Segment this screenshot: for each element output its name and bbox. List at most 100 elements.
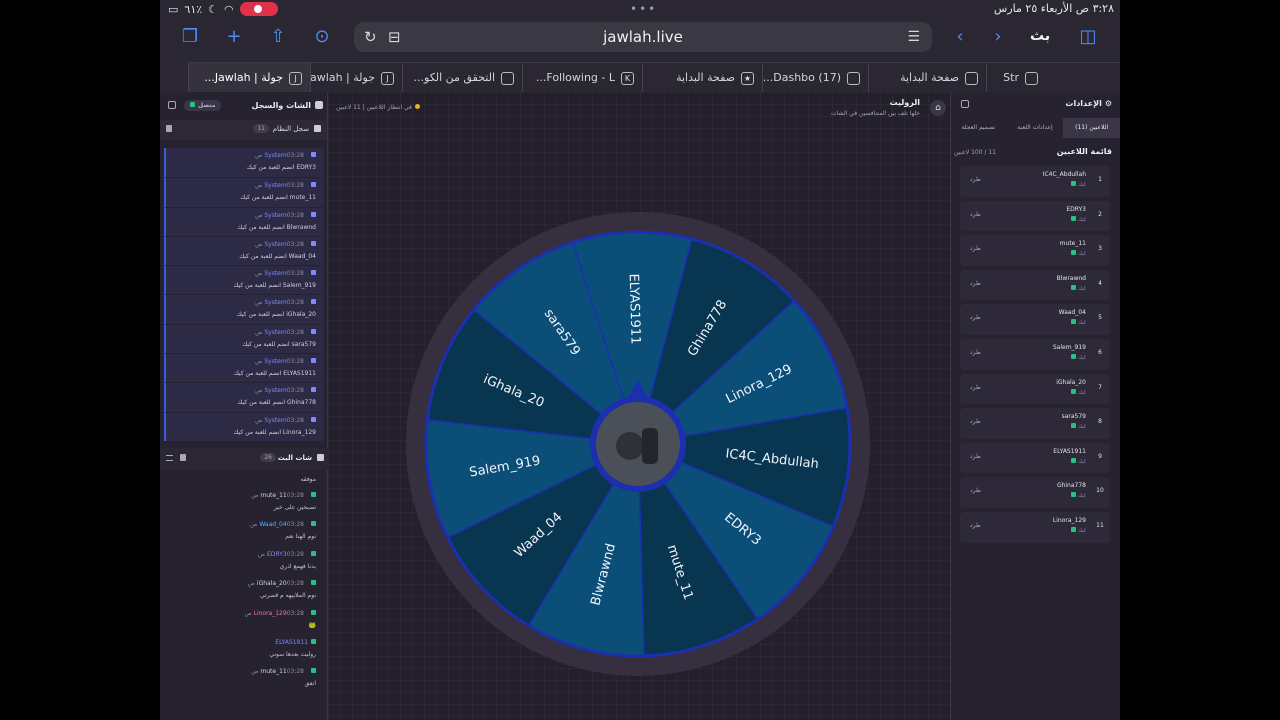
player-platform: كيك [1071,285,1086,292]
chat-message-text: 🐸 [308,621,316,629]
log-author-name: System [264,416,287,424]
browser-toolbar: ❐ + ⇧ ⊙ ↻ ⊟ jawlah.live ☰ ‹ › بث ◫ [160,18,1120,62]
game-status: في انتظار اللاعبين | 11 لاعبين [336,104,420,111]
trash-icon[interactable] [180,454,186,461]
tab-favicon-icon: ★ [741,71,754,85]
kick-button[interactable]: طرد [970,211,981,218]
player-row: 6 Salem_919 كيك طرد [960,338,1110,370]
players-list-title: قائمة اللاعبين [1056,147,1112,156]
chat-user[interactable]: iGhala_2003:28 ص [248,580,316,587]
avatar-figure-icon [642,428,658,464]
browser-tab[interactable]: (17) Dashbo... [762,63,868,93]
status-dot-icon [414,104,420,109]
chat-user[interactable]: ELYAS1911 [271,639,316,646]
game-status-text: في انتظار اللاعبين | 11 لاعبين [336,104,412,111]
players-list: 1 IC4C_Abdullah كيك طرد 2 EDRY3 كيك طرد 3 mute_11… [960,166,1110,547]
filter-icon[interactable] [166,455,173,461]
tab-players[interactable]: اللاعبين (11) [1063,118,1120,138]
kick-button[interactable]: طرد [970,487,981,494]
browser-tab[interactable]: صفحة البداية [868,63,986,93]
tab-game-settings[interactable]: إعدادات اللعبة [1007,118,1064,138]
kick-button[interactable]: طرد [970,245,981,252]
browser-tab[interactable]: K Following - L... [522,63,642,93]
tab-favicon-icon [501,71,514,85]
log-author: System03:28 ص [255,358,316,365]
chat-username: Linora_129 [253,609,287,617]
log-message: Waad_04 انضم للعبة من كيك [239,252,316,260]
multitask-dots[interactable]: ••• [630,2,657,16]
sidebar-icon[interactable]: ◫ [1076,26,1100,47]
log-message: ELYAS1911 انضم للعبة من كيك [233,370,316,378]
page-menu-icon[interactable]: ☰ [907,22,920,52]
chat-user[interactable]: mute_1103:28 ص [251,668,316,675]
player-number: 2 [1098,210,1102,218]
kick-button[interactable]: طرد [970,384,981,391]
back-icon[interactable]: ‹ [948,26,972,47]
player-platform: كيك [1071,527,1086,534]
chat-message-text: نوم الهنا نعم [285,533,316,541]
kick-button[interactable]: طرد [970,418,981,425]
log-author: System03:28 ص [255,212,316,219]
chat-username: ELYAS1911 [275,638,308,646]
tab-label: صفحة البداية [900,71,959,84]
player-name: Linora_129 [1052,516,1086,524]
chat-username: mute_11 [260,668,287,676]
chat-user[interactable]: EDRY303:28 ص [258,551,316,558]
player-name: iGhala_20 [1056,378,1086,386]
chat-message: ELYAS1911 روليت بعدها سوني [160,637,328,666]
system-log-entry: System03:28 ص Waad_04 انضم للعبة من كيك [164,235,324,266]
tab-favicon-icon [1025,71,1038,85]
player-number: 5 [1098,314,1102,322]
chat-user[interactable]: Waad_0403:28 ص [250,521,316,528]
kick-button[interactable]: طرد [970,280,981,287]
log-message: EDRY3 انضم للعبة من كيك [246,164,316,171]
download-icon[interactable]: ⊙ [310,26,334,47]
forward-icon[interactable]: › [986,26,1010,47]
player-row: 2 EDRY3 كيك طرد [960,200,1110,232]
trash-icon[interactable] [166,125,172,132]
browser-tab[interactable]: التحقق من الكو... [402,63,522,93]
chat-log-panel: الشات والسجل متصل سجل النظام 11 System03… [160,92,328,720]
player-platform: كيك [1071,389,1086,396]
wifi-icon: ◠ [224,2,234,16]
browser-tab[interactable]: J جولة | Jawlah... [310,63,402,93]
tabs-overview-icon[interactable]: ❐ [178,26,202,47]
connection-status: متصل [184,100,222,111]
kick-button[interactable]: طرد [970,176,981,183]
player-platform: كيك [1071,216,1086,223]
wheel-area: ⌂ الروليت خلها تلف بين المتنافسين في الش… [328,92,950,720]
player-row: 10 Ghina778 كيك طرد [960,477,1110,508]
search-text[interactable]: بث [1030,28,1050,44]
player-name: Salem_919 [1052,343,1086,351]
kick-button[interactable]: طرد [970,314,981,321]
kick-button[interactable]: طرد [970,349,981,356]
address-bar[interactable]: ↻ ⊟ jawlah.live ☰ [354,22,932,52]
log-message: sara579 انضم للعبة من كيك [242,340,316,348]
browser-tab[interactable]: J جولة | Jawlah... [188,63,310,93]
chat-user[interactable]: Linora_12903:28 ص [244,610,316,617]
tab-wheel-design[interactable]: تصميم العجلة [950,118,1007,138]
tab-label: Str [1003,71,1019,84]
player-number: 4 [1098,279,1102,287]
collapse-settings-icon[interactable] [961,100,969,108]
collapse-panel-icon[interactable] [168,101,176,109]
battery-percent: ٦١٪ [184,2,203,16]
kick-button[interactable]: طرد [970,453,981,460]
browser-tab[interactable]: Str [986,63,1046,93]
player-platform: كيك [1071,250,1086,257]
kick-button[interactable]: طرد [970,522,981,529]
log-author-name: System [264,152,287,159]
player-number: 10 [1096,487,1104,495]
chat-user[interactable]: mute_1103:28 ص [251,492,316,499]
player-row: 11 Linora_129 كيك طرد [960,511,1110,543]
player-number: 11 [1096,521,1104,529]
reload-icon[interactable]: ↻ [364,22,377,52]
browser-tab[interactable]: ★ صفحة البداية [642,63,762,93]
screen-record-indicator[interactable] [239,2,278,16]
new-tab-icon[interactable]: + [222,26,246,47]
share-icon[interactable]: ⇧ [266,26,290,47]
home-icon[interactable]: ⌂ [930,100,946,116]
roulette-wheel[interactable]: ELYAS1911 Ghina778Linora_129IC4C_Abdullah… [396,212,880,676]
log-author-name: System [264,240,287,248]
reader-icon[interactable]: ⊟ [388,22,401,52]
